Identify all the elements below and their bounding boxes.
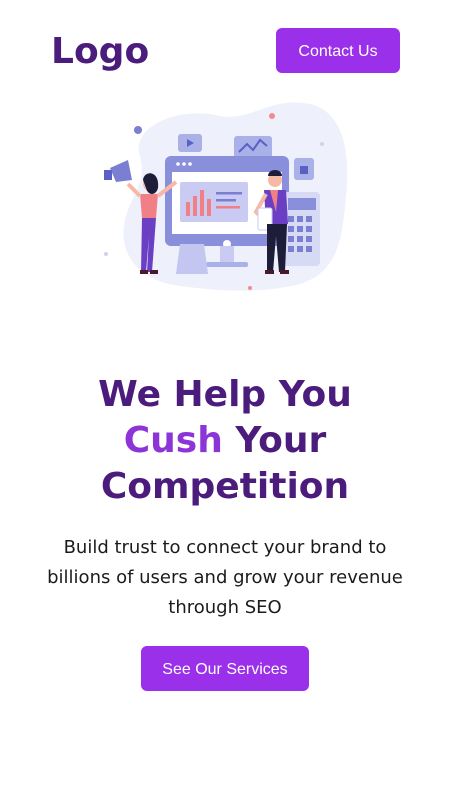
marketing-analytics-illustration [100, 96, 350, 296]
see-our-services-button[interactable]: See Our Services [141, 646, 309, 691]
headline-line3: Competition [100, 466, 350, 507]
headline-line1: We Help You [98, 374, 352, 415]
hero-description: Build trust to connect your brand to bil… [47, 537, 403, 618]
contact-us-button[interactable]: Contact Us [276, 28, 400, 73]
logo[interactable]: Logo [51, 30, 149, 74]
hero-headline: We Help You Cush Your Competition [0, 372, 450, 510]
headline-line2-rest: Your [235, 420, 327, 461]
site-header: Logo Contact Us [0, 0, 450, 100]
headline-accent-word: Cush [123, 420, 223, 461]
